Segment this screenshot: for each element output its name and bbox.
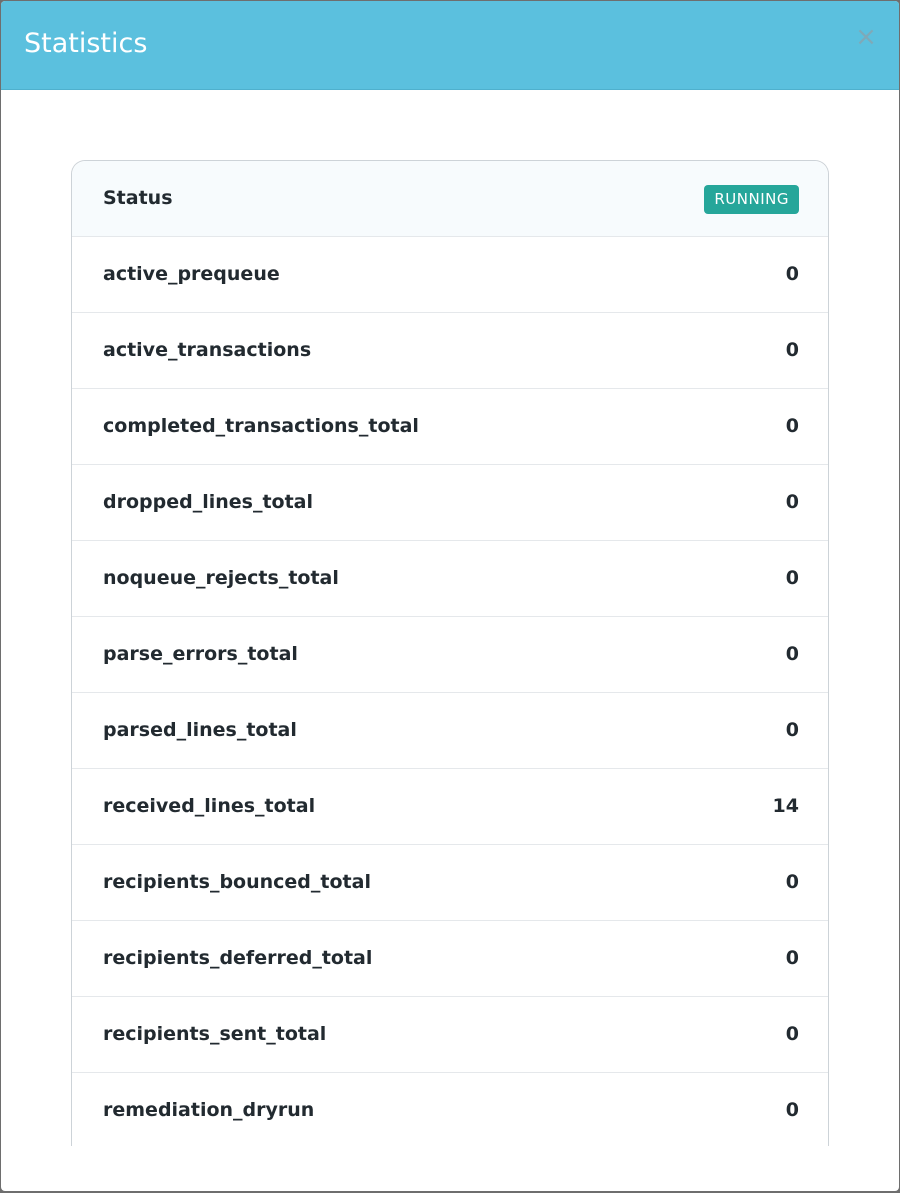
stat-value: 0	[785, 263, 799, 285]
stat-value: 14	[772, 795, 799, 817]
stat-value: 0	[785, 415, 799, 437]
stat-value: 0	[785, 1023, 799, 1045]
status-badge: RUNNING	[704, 185, 799, 214]
status-row: Status RUNNING	[72, 161, 828, 237]
stat-name: active_prequeue	[103, 263, 280, 285]
stat-name: noqueue_rejects_total	[103, 567, 339, 589]
stat-row: noqueue_rejects_total 0	[72, 541, 828, 617]
stat-name: recipients_bounced_total	[103, 871, 371, 893]
modal-header: Statistics ×	[1, 1, 899, 90]
modal-body[interactable]: Status RUNNING active_prequeue 0 active_…	[1, 90, 899, 1146]
stat-name: recipients_deferred_total	[103, 947, 373, 969]
stat-name: remediation_dryrun	[103, 1099, 315, 1121]
statistics-modal: Statistics × Status RUNNING active_prequ…	[1, 1, 899, 1191]
modal-title: Statistics	[24, 28, 148, 59]
close-icon[interactable]: ×	[855, 23, 877, 51]
stat-row: dropped_lines_total 0	[72, 465, 828, 541]
stat-name: parsed_lines_total	[103, 719, 297, 741]
stat-value: 0	[785, 643, 799, 665]
stat-row: active_transactions 0	[72, 313, 828, 389]
stat-name: active_transactions	[103, 339, 312, 361]
stat-name: completed_transactions_total	[103, 415, 419, 437]
stat-row: remediation_dryrun 0	[72, 1073, 828, 1146]
stat-name: recipients_sent_total	[103, 1023, 327, 1045]
stat-row: recipients_bounced_total 0	[72, 845, 828, 921]
stat-value: 0	[785, 567, 799, 589]
stat-name: parse_errors_total	[103, 643, 298, 665]
stat-row: recipients_deferred_total 0	[72, 921, 828, 997]
stat-row: parse_errors_total 0	[72, 617, 828, 693]
stat-value: 0	[785, 871, 799, 893]
stat-value: 0	[785, 719, 799, 741]
status-label: Status	[103, 187, 173, 209]
stat-row: received_lines_total 14	[72, 769, 828, 845]
stat-row: parsed_lines_total 0	[72, 693, 828, 769]
stat-row: recipients_sent_total 0	[72, 997, 828, 1073]
statistics-table: Status RUNNING active_prequeue 0 active_…	[71, 160, 829, 1146]
stat-name: received_lines_total	[103, 795, 316, 817]
stat-value: 0	[785, 947, 799, 969]
stat-name: dropped_lines_total	[103, 491, 314, 513]
stat-row: completed_transactions_total 0	[72, 389, 828, 465]
stat-value: 0	[785, 1099, 799, 1121]
stat-row: active_prequeue 0	[72, 237, 828, 313]
stat-value: 0	[785, 491, 799, 513]
stat-value: 0	[785, 339, 799, 361]
